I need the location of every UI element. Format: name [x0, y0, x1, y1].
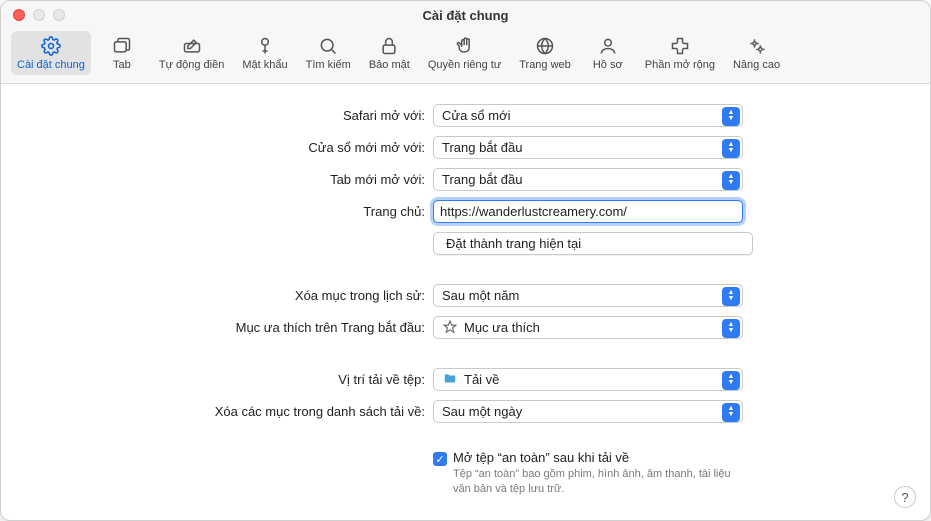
new-tab-select[interactable]: Trang bắt đầu ▲▼ [433, 168, 743, 191]
toolbar-tab-label: Nâng cao [733, 59, 780, 71]
preferences-toolbar: Cài đặt chung Tab Tự động điền Mật khẩu Tìm … [1, 29, 930, 84]
chevron-updown-icon: ▲▼ [722, 319, 740, 338]
remove-downloads-select[interactable]: Sau một ngày ▲▼ [433, 400, 743, 423]
set-current-page-button[interactable]: Đặt thành trang hiện tại [433, 232, 753, 255]
toolbar-tab-extension[interactable]: Phần mở rộng [639, 31, 721, 75]
zoom-window-button[interactable] [53, 9, 65, 21]
chevron-updown-icon: ▲▼ [722, 171, 740, 190]
toolbar-tab-label: Quyền riêng tư [428, 59, 501, 71]
star-icon [442, 320, 458, 334]
toolbar-tab-label: Trang web [519, 59, 571, 71]
toolbar-tab-autofill[interactable]: Tự động điền [153, 31, 230, 75]
titlebar: Cài đặt chung [1, 1, 930, 29]
toolbar-tab-label: Phần mở rộng [645, 59, 715, 71]
chevron-updown-icon: ▲▼ [722, 287, 740, 306]
remove-history-value: Sau một năm [442, 288, 519, 303]
toolbar-tab-gear[interactable]: Cài đặt chung [11, 31, 91, 75]
hand-icon [454, 35, 476, 57]
toolbar-tab-label: Hồ sơ [593, 59, 623, 71]
general-pane: Safari mở với: Cửa sổ mới ▲▼ Cửa sổ mới … [1, 84, 930, 520]
toolbar-tab-label: Mật khẩu [242, 59, 287, 71]
chevron-updown-icon: ▲▼ [722, 403, 740, 422]
close-window-button[interactable] [13, 9, 25, 21]
toolbar-tab-profile[interactable]: Hồ sơ [583, 31, 633, 75]
homepage-label: Trang chủ: [1, 204, 433, 219]
toolbar-tab-tabs[interactable]: Tab [97, 31, 147, 75]
settings-window: Cài đặt chung Cài đặt chung Tab Tự động đi… [0, 0, 931, 521]
download-location-label: Vị trí tải về tệp: [1, 372, 433, 387]
remove-downloads-value: Sau một ngày [442, 404, 522, 419]
toolbar-tab-label: Tìm kiếm [306, 59, 351, 71]
remove-history-label: Xóa mục trong lịch sử: [1, 288, 433, 303]
favorites-value: Mục ưa thích [464, 320, 540, 335]
tabs-icon [111, 35, 133, 57]
toolbar-tab-label: Cài đặt chung [17, 59, 85, 71]
open-safe-files-checkbox[interactable]: ✓ [433, 452, 447, 466]
toolbar-tab-label: Tự động điền [159, 59, 224, 71]
folder-icon [442, 372, 458, 386]
remove-downloads-label: Xóa các mục trong danh sách tải về: [1, 404, 433, 419]
new-window-select[interactable]: Trang bắt đầu ▲▼ [433, 136, 743, 159]
lock-icon [378, 35, 400, 57]
help-button[interactable]: ? [894, 486, 916, 508]
homepage-input-wrapper [433, 200, 743, 223]
download-location-value: Tải về [464, 372, 499, 387]
minimize-window-button[interactable] [33, 9, 45, 21]
open-safe-files-help: Tệp “an toàn” bao gồm phim, hình ảnh, âm… [453, 467, 733, 497]
toolbar-tab-lock[interactable]: Bảo mật [363, 31, 416, 75]
toolbar-tab-label: Bảo mật [369, 59, 410, 71]
window-title: Cài đặt chung [423, 8, 509, 23]
chevron-updown-icon: ▲▼ [722, 139, 740, 158]
new-window-label: Cửa sổ mới mở với: [1, 140, 433, 155]
gears-icon [746, 35, 768, 57]
homepage-input[interactable] [440, 204, 736, 219]
new-tab-label: Tab mới mở với: [1, 172, 433, 187]
favorites-select[interactable]: Mục ưa thích ▲▼ [433, 316, 743, 339]
safari-opens-with-select[interactable]: Cửa sổ mới ▲▼ [433, 104, 743, 127]
safari-opens-with-label: Safari mở với: [1, 108, 433, 123]
favorites-label: Mục ưa thích trên Trang bắt đầu: [1, 320, 433, 335]
open-safe-files-label: Mở tệp “an toàn” sau khi tải về [453, 450, 733, 465]
safari-opens-with-value: Cửa sổ mới [442, 108, 511, 123]
toolbar-tab-globe[interactable]: Trang web [513, 31, 577, 75]
profile-icon [597, 35, 619, 57]
autofill-icon [181, 35, 203, 57]
gear-icon [40, 35, 62, 57]
remove-history-select[interactable]: Sau một năm ▲▼ [433, 284, 743, 307]
chevron-updown-icon: ▲▼ [722, 107, 740, 126]
download-location-select[interactable]: Tải về ▲▼ [433, 368, 743, 391]
new-window-value: Trang bắt đầu [442, 140, 522, 155]
new-tab-value: Trang bắt đầu [442, 172, 522, 187]
globe-icon [534, 35, 556, 57]
window-controls [13, 9, 65, 21]
toolbar-tab-key[interactable]: Mật khẩu [236, 31, 293, 75]
toolbar-tab-search[interactable]: Tìm kiếm [300, 31, 357, 75]
toolbar-tab-gears[interactable]: Nâng cao [727, 31, 786, 75]
toolbar-tab-hand[interactable]: Quyền riêng tư [422, 31, 507, 75]
extension-icon [669, 35, 691, 57]
search-icon [317, 35, 339, 57]
chevron-updown-icon: ▲▼ [722, 371, 740, 390]
key-icon [254, 35, 276, 57]
toolbar-tab-label: Tab [113, 59, 131, 71]
